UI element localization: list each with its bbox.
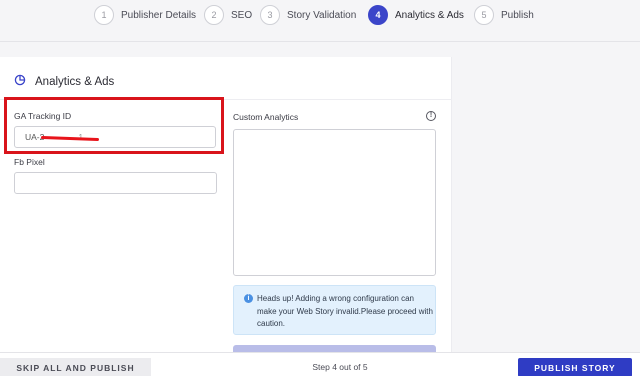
alert-text: Heads up! Adding a wrong configuration c… (257, 294, 433, 328)
skip-all-button[interactable]: SKIP ALL AND PUBLISH (0, 358, 151, 376)
info-icon[interactable]: ! (426, 111, 436, 121)
fb-pixel-label: Fb Pixel (14, 157, 45, 167)
info-icon: i (244, 294, 253, 303)
step-publisher-details[interactable]: 1 Publisher Details (94, 4, 196, 26)
step-number: 5 (474, 5, 494, 25)
custom-analytics-textarea[interactable] (233, 129, 436, 276)
step-label: Story Validation (287, 9, 357, 21)
card-title: Analytics & Ads (35, 76, 115, 88)
step-number: 1 (94, 5, 114, 25)
step-story-validation[interactable]: 3 Story Validation (260, 4, 356, 26)
header-divider (0, 41, 640, 42)
step-label: SEO (231, 9, 253, 21)
step-number: 4 (368, 5, 388, 25)
step-label: Publish (501, 9, 534, 21)
publish-story-button[interactable]: PUBLISH STORY (518, 358, 632, 376)
analytics-card: Analytics & Ads GA Tracking ID UA-2 1 Fb… (0, 57, 452, 357)
step-number: 2 (204, 5, 224, 25)
footer-bar: SKIP ALL AND PUBLISH Step 4 out of 5 PUB… (0, 352, 640, 376)
step-label: Analytics & Ads (395, 9, 464, 21)
fb-pixel-input[interactable] (14, 172, 217, 194)
step-seo[interactable]: 2 SEO (204, 4, 252, 26)
step-number: 3 (260, 5, 280, 25)
card-header: Analytics & Ads (14, 73, 114, 91)
step-label: Publisher Details (121, 9, 197, 21)
custom-analytics-label: Custom Analytics (233, 112, 299, 122)
highlight-box (4, 97, 224, 154)
pie-chart-icon (14, 73, 26, 91)
step-analytics-ads[interactable]: 4 Analytics & Ads (368, 4, 464, 26)
warning-alert: i Heads up! Adding a wrong configuration… (233, 285, 436, 335)
step-publish[interactable]: 5 Publish (474, 4, 534, 26)
step-counter: Step 4 out of 5 (312, 362, 368, 372)
stepper: 1 Publisher Details 2 SEO 3 Story Valida… (0, 0, 640, 30)
